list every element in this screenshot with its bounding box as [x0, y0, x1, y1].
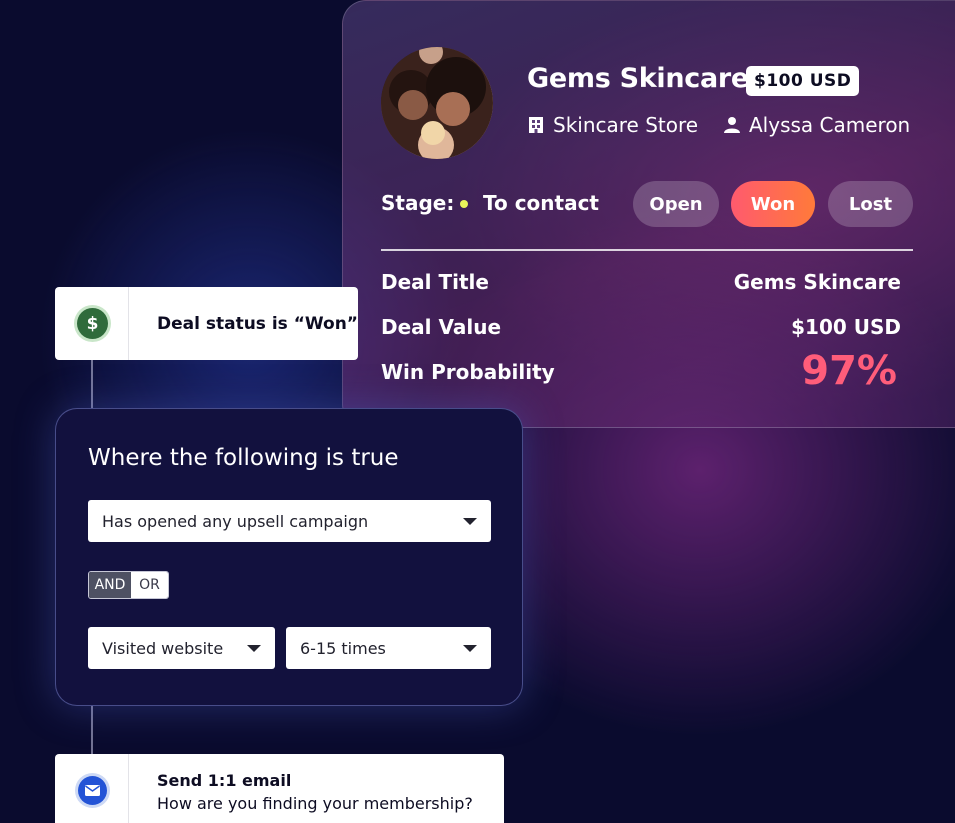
campaign-select[interactable]: Has opened any upsell campaign: [88, 500, 491, 542]
campaign-select-value: Has opened any upsell campaign: [102, 511, 369, 531]
chevron-down-icon: [247, 645, 261, 652]
and-or-toggle[interactable]: AND OR: [88, 571, 169, 599]
condition-title: Where the following is true: [88, 445, 399, 471]
stage-dot-icon: [460, 200, 468, 208]
deal-owner: Alyssa Cameron: [723, 113, 910, 137]
activity-select-value: Visited website: [102, 638, 224, 658]
activity-select[interactable]: Visited website: [88, 627, 275, 669]
win-probability-value: 97%: [801, 348, 897, 394]
won-button[interactable]: Won: [731, 181, 815, 227]
email-subject: How are you finding your membership?: [157, 794, 473, 813]
building-icon: [529, 117, 543, 133]
mail-icon: [78, 776, 107, 805]
lost-button[interactable]: Lost: [828, 181, 913, 227]
price-badge: $100 USD: [746, 66, 860, 96]
frequency-select[interactable]: 6-15 times: [286, 627, 491, 669]
frequency-select-value: 6-15 times: [300, 638, 386, 658]
stage-value: To contact: [483, 191, 599, 215]
store-type: Skincare Store: [527, 113, 698, 137]
chevron-down-icon: [463, 645, 477, 652]
divider: [381, 249, 913, 251]
deal-title-value: Gems Skincare: [733, 270, 901, 294]
stage-label: Stage:: [381, 191, 455, 215]
email-action-card[interactable]: Send 1:1 email How are you finding your …: [55, 754, 504, 823]
deal-value-value: $100 USD: [791, 315, 901, 339]
chevron-down-icon: [463, 518, 477, 525]
dollar-icon: $: [77, 308, 108, 339]
open-button[interactable]: Open: [633, 181, 719, 227]
company-name: Gems Skincare: [527, 63, 749, 94]
trigger-text: Deal status is “Won”: [157, 314, 358, 334]
deal-card: Gems Skincare $100 USD Skincare Store Al…: [342, 0, 955, 428]
deal-avatar: [381, 47, 493, 159]
trigger-card[interactable]: $ Deal status is “Won”: [55, 287, 358, 360]
trigger-icon-cell: $: [55, 287, 129, 360]
win-probability-label: Win Probability: [381, 360, 555, 384]
flow-connector: [91, 360, 93, 408]
store-type-label: Skincare Store: [553, 113, 699, 137]
condition-card: Where the following is true Has opened a…: [55, 408, 523, 706]
email-title: Send 1:1 email: [157, 771, 292, 790]
owner-name: Alyssa Cameron: [749, 113, 911, 137]
person-icon: [724, 117, 740, 133]
flow-connector: [91, 706, 93, 754]
deal-value-label: Deal Value: [381, 315, 502, 339]
email-icon-cell: [55, 754, 129, 823]
or-option[interactable]: OR: [131, 572, 168, 598]
and-option[interactable]: AND: [89, 572, 131, 598]
deal-title-label: Deal Title: [381, 270, 489, 294]
